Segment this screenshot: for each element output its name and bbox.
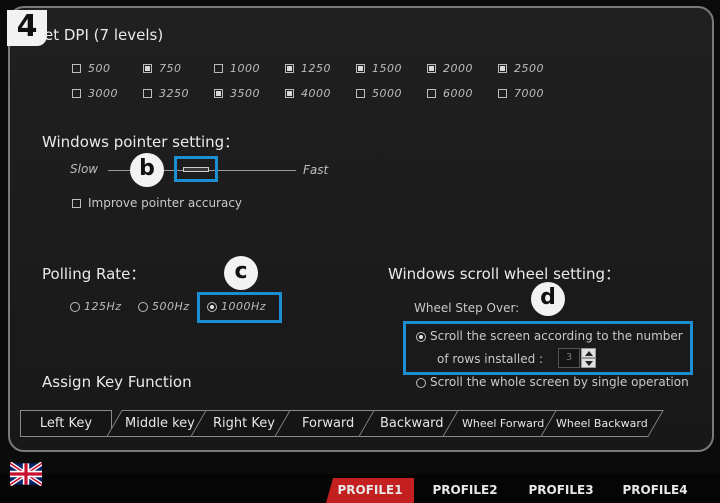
dpi-option[interactable]: 500 [72, 62, 143, 75]
scroll-rows-radio[interactable] [416, 331, 426, 342]
dpi-checkbox[interactable] [143, 64, 152, 73]
dpi-option[interactable]: 1000 [214, 62, 285, 75]
dpi-value-label: 1500 [372, 62, 402, 75]
dpi-title: et DPI (7 levels) [44, 26, 164, 44]
marker-c: c [224, 256, 258, 290]
dpi-option[interactable]: 3500 [214, 87, 285, 100]
wheel-step-over-label: Wheel Step Over: [414, 301, 520, 315]
dpi-checkbox[interactable] [285, 64, 294, 73]
dpi-value-label: 7000 [514, 87, 544, 100]
profile-tab-4[interactable]: PROFILE4 [614, 478, 696, 503]
dpi-checkbox[interactable] [427, 89, 436, 98]
scroll-rows-option[interactable]: Scroll the screen according to the numbe… [416, 329, 683, 343]
scroll-whole-screen-option[interactable]: Scroll the whole screen by single operat… [416, 375, 689, 389]
dpi-value-label: 1250 [301, 62, 331, 75]
dpi-value-label: 1000 [230, 62, 260, 75]
dpi-value-label: 6000 [443, 87, 473, 100]
tab-wheel-forward-label: Wheel Forward [461, 417, 545, 430]
dpi-value-label: 4000 [301, 87, 331, 100]
polling-highlight-box [197, 292, 282, 323]
dpi-checkbox[interactable] [143, 89, 152, 98]
dpi-option[interactable]: 1250 [285, 62, 356, 75]
scroll-heading: Windows scroll wheel setting： [388, 265, 621, 283]
fast-label: Fast [303, 163, 329, 177]
scroll-whole-screen-radio[interactable] [416, 377, 426, 388]
assign-heading: Assign Key Function [42, 373, 192, 391]
polling-125hz[interactable]: 125Hz [70, 300, 122, 313]
dpi-row-2: 3000 3250 3500 4000 5000 6000 7000 [72, 87, 569, 100]
dpi-checkbox[interactable] [427, 64, 436, 73]
profile-tab-3[interactable]: PROFILE3 [520, 478, 602, 503]
dpi-checkbox[interactable] [498, 64, 507, 73]
dpi-option[interactable]: 3250 [143, 87, 214, 100]
tab-left-key-label: Left Key [39, 416, 93, 431]
arrow-down-icon [585, 361, 593, 366]
dpi-value-label: 500 [88, 62, 111, 75]
dpi-value-label: 750 [159, 62, 182, 75]
dpi-row-1: 500 750 1000 1250 1500 2000 2500 [72, 62, 569, 75]
dpi-option[interactable]: 7000 [498, 87, 569, 100]
uk-flag-icon[interactable] [10, 462, 42, 486]
pointer-heading: Windows pointer setting： [42, 133, 240, 151]
polling-125hz-radio[interactable] [70, 302, 80, 312]
tab-wheel-backward[interactable]: Wheel Backward [540, 410, 664, 437]
polling-heading: Polling Rate： [42, 265, 146, 283]
tab-left-key[interactable]: Left Key [20, 410, 112, 437]
polling-500hz-label: 500Hz [152, 300, 190, 313]
dpi-checkbox[interactable] [72, 89, 81, 98]
dpi-value-label: 3250 [159, 87, 189, 100]
profile-tab-1[interactable]: PROFILE1 [326, 478, 414, 503]
dpi-option[interactable]: 2500 [498, 62, 569, 75]
dpi-option[interactable]: 2000 [427, 62, 498, 75]
improve-accuracy-checkbox[interactable] [72, 198, 81, 208]
dpi-checkbox[interactable] [214, 89, 223, 98]
dpi-checkbox[interactable] [214, 64, 223, 73]
scroll-rows-label: Scroll the screen according to the numbe… [430, 329, 683, 343]
rows-installed-label: of rows installed : [437, 352, 544, 366]
step-badge: 4 [7, 10, 47, 46]
dpi-option[interactable]: 6000 [427, 87, 498, 100]
polling-125hz-label: 125Hz [84, 300, 122, 313]
dpi-checkbox[interactable] [498, 89, 507, 98]
dpi-option[interactable]: 5000 [356, 87, 427, 100]
tab-right-key-label: Right Key [213, 416, 275, 431]
rows-down-button[interactable] [581, 358, 596, 368]
dpi-checkbox[interactable] [285, 89, 294, 98]
rows-stepper[interactable]: 3 [558, 348, 598, 368]
improve-accuracy-option[interactable]: Improve pointer accuracy [72, 196, 242, 210]
dpi-value-label: 3500 [230, 87, 260, 100]
tab-wheel-backward-label: Wheel Backward [556, 417, 648, 430]
arrow-up-icon [585, 351, 593, 356]
polling-500hz[interactable]: 500Hz [138, 300, 190, 313]
improve-accuracy-label: Improve pointer accuracy [88, 196, 243, 210]
polling-500hz-radio[interactable] [138, 302, 148, 312]
dpi-option[interactable]: 750 [143, 62, 214, 75]
dpi-value-label: 2500 [514, 62, 544, 75]
assign-key-tabs: Left Key Middle key Right Key Forward Ba… [20, 410, 664, 437]
dpi-checkbox[interactable] [72, 64, 81, 73]
marker-d: d [531, 282, 565, 316]
dpi-value-label: 2000 [443, 62, 473, 75]
dpi-option[interactable]: 1500 [356, 62, 427, 75]
rows-value-field[interactable]: 3 [558, 348, 580, 368]
dpi-value-label: 5000 [372, 87, 402, 100]
marker-b: b [130, 153, 164, 187]
dpi-value-label: 3000 [88, 87, 118, 100]
tab-backward-label: Backward [380, 416, 444, 431]
scroll-whole-screen-label: Scroll the whole screen by single operat… [430, 375, 689, 389]
dpi-checkbox[interactable] [356, 64, 365, 73]
tab-middle-key-label: Middle key [125, 416, 195, 431]
profile-tab-2[interactable]: PROFILE2 [424, 478, 506, 503]
dpi-option[interactable]: 3000 [72, 87, 143, 100]
tab-forward-label: Forward [301, 416, 355, 431]
pointer-slider-thumb[interactable] [183, 167, 209, 172]
slow-label: Slow [70, 162, 99, 176]
dpi-option[interactable]: 4000 [285, 87, 356, 100]
rows-up-button[interactable] [581, 348, 596, 358]
dpi-checkbox[interactable] [356, 89, 365, 98]
